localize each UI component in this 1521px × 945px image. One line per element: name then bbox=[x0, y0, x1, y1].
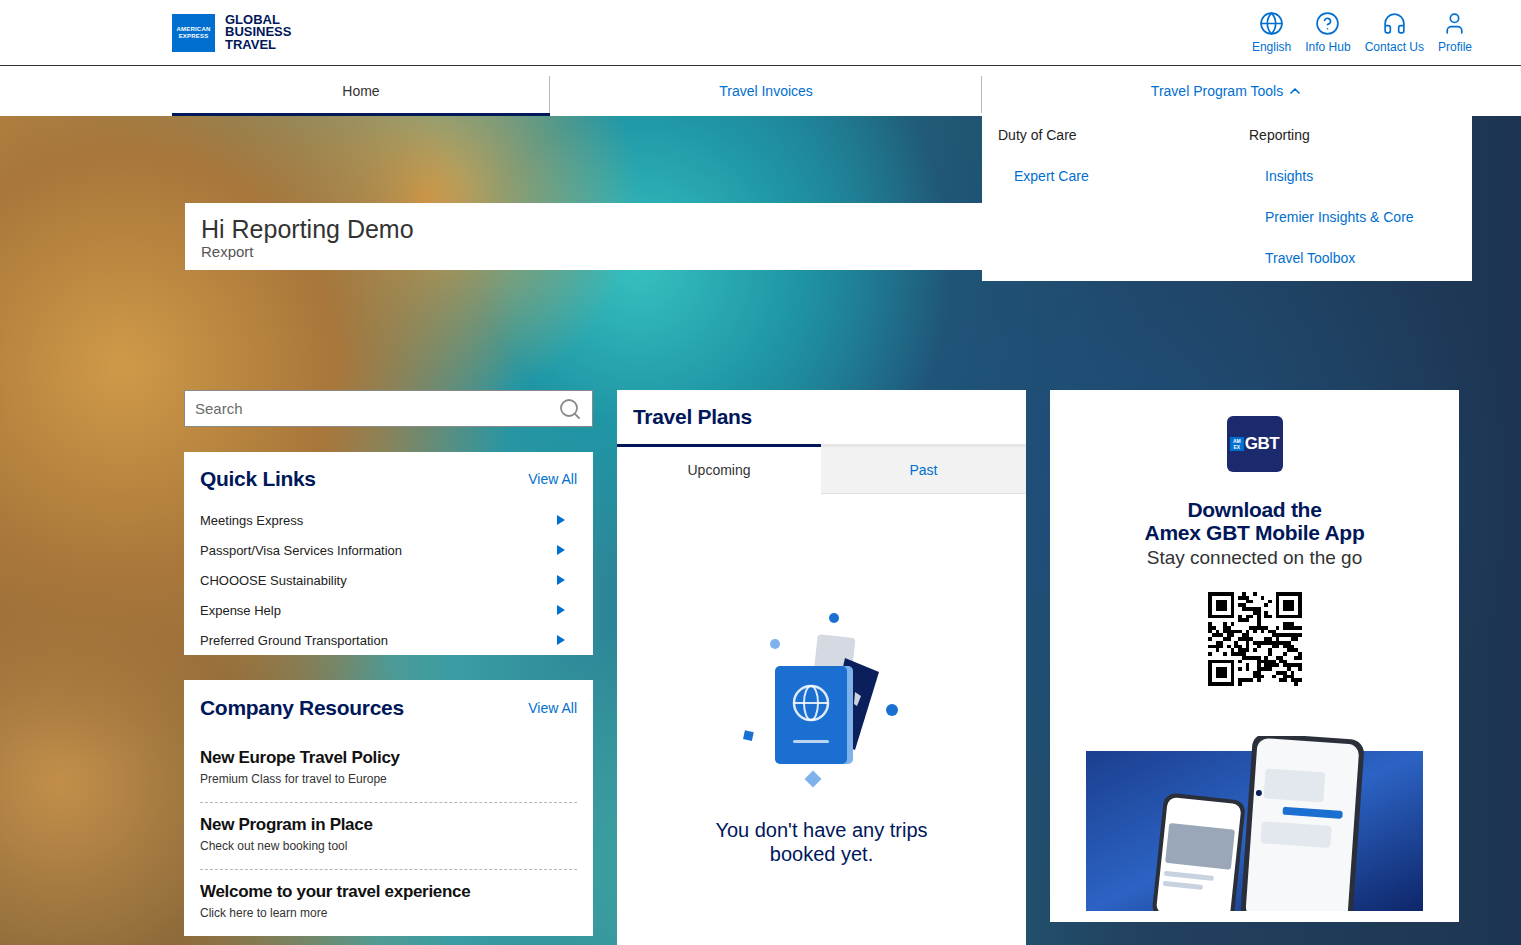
nav-tab[interactable]: Home bbox=[172, 66, 550, 116]
quick-link[interactable]: Meetings Express bbox=[200, 505, 577, 535]
tools-dropdown-menu: Duty of Care Expert Care Reporting Insights… bbox=[982, 116, 1472, 281]
page: AMERICANEXPRESS GLOBALBUSINESSTRAVEL Engli… bbox=[0, 0, 1521, 945]
language-icon bbox=[1259, 11, 1284, 36]
arrow-icon bbox=[557, 635, 565, 645]
nav-tab[interactable]: Travel Invoices bbox=[550, 66, 982, 116]
resource-title: Welcome to your travel experience bbox=[200, 882, 577, 902]
arrow-icon bbox=[557, 605, 565, 615]
info-hub-icon bbox=[1315, 11, 1340, 36]
resource-item[interactable]: New Program in Place Check out new bookin… bbox=[200, 803, 577, 870]
passport-illustration-icon bbox=[737, 610, 907, 800]
logo-mark-icon: AMERICANEXPRESS bbox=[172, 14, 215, 52]
menu-section-title: Reporting bbox=[1249, 126, 1456, 144]
resource-subtitle: Click here to learn more bbox=[200, 905, 577, 921]
resource-title: New Program in Place bbox=[200, 815, 577, 835]
language-button[interactable]: English bbox=[1252, 11, 1291, 54]
contact-us-button[interactable]: Contact Us bbox=[1365, 11, 1424, 54]
main-nav: HomeTravel InvoicesTravel Program ToolsD… bbox=[0, 66, 1521, 116]
nav-tab[interactable]: Travel Program Tools bbox=[982, 66, 1472, 116]
card-title: Quick Links bbox=[200, 467, 316, 491]
arrow-icon bbox=[557, 515, 565, 525]
mobile-app-card: AMEXGBT Download theAmex GBT Mobile AppSt… bbox=[1050, 390, 1459, 922]
view-all-link[interactable]: View All bbox=[528, 700, 577, 716]
arrow-icon bbox=[557, 545, 565, 555]
resource-item[interactable]: Welcome to your travel experience Click h… bbox=[200, 870, 577, 936]
arrow-icon bbox=[557, 575, 565, 585]
profile-button[interactable]: Profile bbox=[1438, 11, 1472, 54]
resource-subtitle: Premium Class for travel to Europe bbox=[200, 771, 577, 787]
menu-link[interactable]: Premier Insights & Core bbox=[1249, 208, 1456, 226]
travel-plans-tab[interactable]: Upcoming bbox=[617, 444, 821, 494]
empty-state: You don't have any trips booked yet. bbox=[617, 494, 1026, 866]
search-box bbox=[184, 390, 593, 427]
header: AMERICANEXPRESS GLOBALBUSINESSTRAVEL Engli… bbox=[0, 0, 1521, 66]
menu-link[interactable]: Travel Toolbox bbox=[1249, 249, 1456, 267]
travel-plans-tab[interactable]: Past bbox=[821, 444, 1026, 494]
logo[interactable]: AMERICANEXPRESS GLOBALBUSINESSTRAVEL bbox=[172, 14, 291, 52]
search-input[interactable] bbox=[193, 399, 558, 418]
resource-item[interactable]: New Europe Travel Policy Premium Class fo… bbox=[200, 736, 577, 803]
qr-code-icon bbox=[1208, 592, 1302, 686]
resource-title: New Europe Travel Policy bbox=[200, 748, 577, 768]
menu-link[interactable]: Insights bbox=[1249, 167, 1456, 185]
app-badge-icon: AMEXGBT bbox=[1227, 416, 1283, 472]
menu-section-title: Duty of Care bbox=[998, 126, 1249, 144]
company-resources-card: Company Resources View All New Europe Trav… bbox=[184, 680, 593, 936]
menu-section: Duty of Care Expert Care bbox=[998, 126, 1249, 290]
quick-link[interactable]: CHOOOSE Sustainability bbox=[200, 565, 577, 595]
chevron-icon bbox=[1287, 83, 1303, 99]
utility-menu: English Info Hub Contact Us Profile bbox=[1252, 11, 1472, 54]
card-title: Company Resources bbox=[200, 696, 404, 720]
quick-link[interactable]: Expense Help bbox=[200, 595, 577, 625]
app-subtitle: Stay connected on the go bbox=[1147, 546, 1363, 570]
quick-links-card: Quick Links View All Meetings ExpressPassp… bbox=[184, 452, 593, 655]
resource-subtitle: Check out new booking tool bbox=[200, 838, 577, 854]
travel-plans-tabs: UpcomingPast bbox=[617, 444, 1026, 494]
travel-plans-card: Travel Plans UpcomingPast You don't have a… bbox=[617, 390, 1026, 945]
quick-link[interactable]: Preferred Ground Transportation bbox=[200, 625, 577, 655]
view-all-link[interactable]: View All bbox=[528, 471, 577, 487]
card-title: Travel Plans bbox=[633, 405, 752, 429]
search-icon[interactable] bbox=[558, 397, 582, 421]
profile-icon bbox=[1442, 11, 1467, 36]
quick-link[interactable]: Passport/Visa Services Information bbox=[200, 535, 577, 565]
logo-name: GLOBALBUSINESSTRAVEL bbox=[225, 14, 291, 52]
menu-section: Reporting Insights Premier Insights & Core… bbox=[1249, 126, 1456, 290]
contact-us-icon bbox=[1382, 11, 1407, 36]
empty-message: You don't have any trips booked yet. bbox=[697, 818, 947, 866]
app-phones-picture bbox=[1086, 736, 1423, 911]
menu-link[interactable]: Expert Care bbox=[998, 167, 1249, 185]
info-hub-button[interactable]: Info Hub bbox=[1305, 11, 1350, 54]
app-title: Download theAmex GBT Mobile App bbox=[1145, 498, 1365, 544]
